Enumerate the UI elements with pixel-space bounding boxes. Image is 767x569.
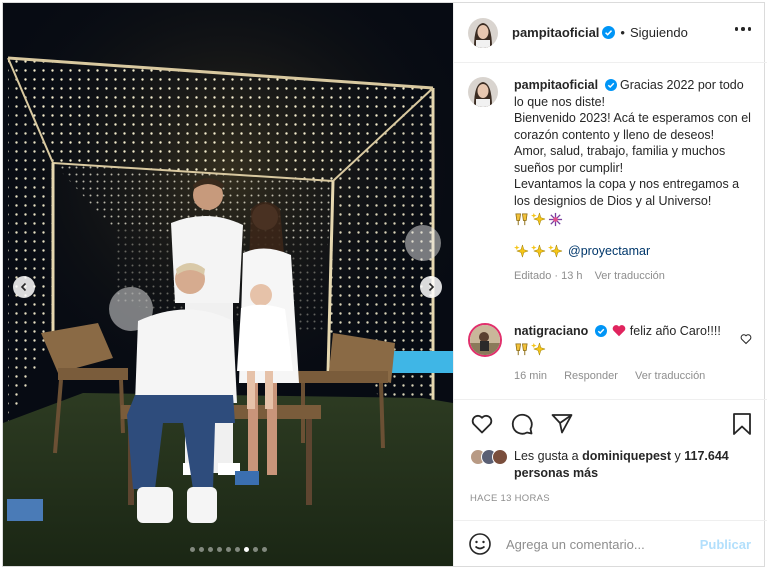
verified-badge-icon <box>594 325 607 337</box>
carousel-dot <box>216 547 222 552</box>
toast-icon <box>515 343 528 356</box>
comment-input[interactable] <box>506 536 696 552</box>
share-paper-plane-icon[interactable] <box>550 412 574 436</box>
like-heart-icon[interactable] <box>470 412 494 436</box>
chevron-left-icon <box>20 282 27 292</box>
like-comment-heart-icon[interactable] <box>740 333 752 345</box>
firework-icon <box>548 212 563 226</box>
sparkles-icon <box>514 243 529 258</box>
sparkles-icon <box>531 243 546 258</box>
comment: natigraciano feliz año Caro!!!! 16 min R… <box>468 323 758 384</box>
avatar[interactable] <box>468 323 502 357</box>
caption-line: Bienvenido 2023! Acá te esperamos con el… <box>514 111 751 142</box>
caption-username[interactable]: pampitaoficial <box>514 78 598 92</box>
likes-text: Les gusta a dominiquepest y 117.644 pers… <box>514 448 754 481</box>
following-button[interactable]: Siguiendo <box>630 25 688 40</box>
save-bookmark-icon[interactable] <box>731 412 753 436</box>
post-photo[interactable] <box>3 3 453 566</box>
post-author-username[interactable]: pampitaoficial <box>512 25 599 40</box>
verified-badge-icon <box>604 79 617 91</box>
toast-icon <box>515 213 528 225</box>
verified-badge-icon <box>602 26 616 39</box>
likes-suffix: y <box>674 449 681 463</box>
reply-link[interactable]: Responder <box>564 370 618 382</box>
red-heart-icon <box>612 325 626 337</box>
sparkles-icon <box>531 342 546 356</box>
post-header: pampitaoficial • Siguiendo <box>454 3 767 63</box>
caption-meta: Editado · 13 h Ver traducción <box>514 268 754 285</box>
see-translation-link[interactable]: Ver traducción <box>635 370 705 382</box>
likes-summary: Les gusta a dominiquepest y 117.644 pers… <box>470 448 754 481</box>
likes-prefix: Les gusta a <box>514 449 579 463</box>
carousel-dot <box>261 547 267 552</box>
publish-button[interactable]: Publicar <box>700 537 751 552</box>
carousel-dot <box>189 547 195 552</box>
caption-emojis <box>514 211 754 227</box>
carousel-dot <box>234 547 240 552</box>
caption-emojis-mention: @proyectamar <box>514 243 754 260</box>
mention-link[interactable]: @proyectamar <box>568 243 650 260</box>
comment-time: 16 min <box>514 369 548 382</box>
carousel-dot <box>198 547 204 552</box>
carousel-dot <box>207 547 213 552</box>
previous-photo-button[interactable] <box>13 276 35 298</box>
see-translation-link[interactable]: Ver traducción <box>595 270 665 282</box>
emoji-smile-icon[interactable] <box>468 532 492 556</box>
more-options-icon[interactable] <box>734 27 751 31</box>
avatar[interactable] <box>468 17 498 48</box>
sparkles-icon <box>531 211 546 226</box>
post-timestamp[interactable]: HACE 13 HORAS <box>470 493 550 504</box>
caption-line: Amor, salud, trabajo, familia y muchos s… <box>514 144 726 175</box>
carousel-dot <box>243 547 249 552</box>
carousel-indicator <box>3 547 453 552</box>
comment-meta: 16 min Responder Ver traducción <box>514 368 734 385</box>
post-details-panel: pampitaoficial • Siguiendo pampitaoficia… <box>453 3 767 566</box>
comment-username[interactable]: natigraciano <box>514 324 588 338</box>
carousel-dot <box>225 547 231 552</box>
liker-avatars <box>470 449 508 465</box>
instagram-post-window: pampitaoficial • Siguiendo pampitaoficia… <box>2 2 767 567</box>
caption-line: Levantamos la copa y nos entregamos a lo… <box>514 177 740 208</box>
next-photo-button[interactable] <box>420 276 442 298</box>
caption-text: pampitaoficial Gracias 2022 por todo lo … <box>514 77 754 284</box>
action-bar <box>470 412 574 436</box>
comment-emojis <box>514 342 734 358</box>
post-caption: pampitaoficial Gracias 2022 por todo lo … <box>468 77 758 284</box>
edited-label: Editado · 13 h <box>514 269 583 282</box>
profile-picture <box>468 77 498 107</box>
carousel-dot <box>252 547 258 552</box>
sparkles-icon <box>548 243 563 258</box>
avatar[interactable] <box>468 77 498 107</box>
comment-text: natigraciano feliz año Caro!!!! 16 min R… <box>514 323 734 384</box>
avatar[interactable] <box>492 449 508 465</box>
comment-bubble-icon[interactable] <box>510 412 534 436</box>
chevron-right-icon <box>428 282 435 292</box>
post-actions-section: Les gusta a dominiquepest y 117.644 pers… <box>454 399 767 566</box>
profile-picture <box>468 17 498 48</box>
liker-username[interactable]: dominiquepest <box>582 449 671 463</box>
add-comment-bar: Publicar <box>454 520 767 567</box>
profile-picture <box>470 325 500 355</box>
follow-separator: • <box>620 25 625 40</box>
photo-illustration <box>3 3 453 566</box>
comment-message: feliz año Caro!!!! <box>629 324 721 338</box>
